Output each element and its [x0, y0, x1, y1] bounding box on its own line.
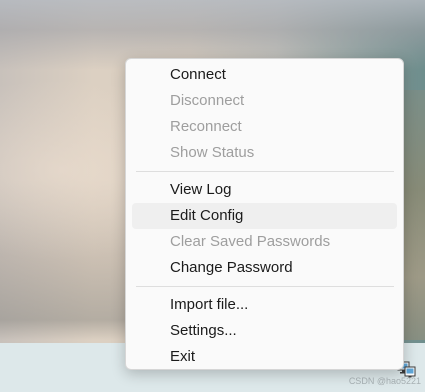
menu-item-label: Import file...: [170, 296, 249, 313]
watermark-text: CSDN @hao5221: [348, 376, 421, 386]
menu-item-label: Edit Config: [170, 207, 244, 224]
menu-separator: [136, 171, 394, 172]
menu-item-label: Change Password: [170, 259, 293, 276]
menu-item-view-log[interactable]: View Log: [132, 177, 397, 203]
menu-item-label: Reconnect: [170, 118, 242, 135]
menu-item-label: Clear Saved Passwords: [170, 233, 331, 250]
menu-item-import-file[interactable]: Import file...: [132, 292, 397, 318]
menu-item-label: Settings...: [170, 322, 237, 339]
menu-item-label: Disconnect: [170, 92, 245, 109]
menu-item-reconnect[interactable]: Reconnect: [132, 114, 397, 140]
menu-separator: [136, 286, 394, 287]
menu-item-label: Exit: [170, 348, 196, 365]
menu-item-connect[interactable]: Connect: [132, 62, 397, 88]
menu-item-clear-saved-passwords[interactable]: Clear Saved Passwords: [132, 229, 397, 255]
context-menu: Connect Disconnect Reconnect Show Status…: [125, 58, 404, 370]
menu-item-edit-config[interactable]: Edit Config: [132, 203, 397, 229]
menu-item-disconnect[interactable]: Disconnect: [132, 88, 397, 114]
menu-item-label: Connect: [170, 66, 226, 83]
menu-item-settings[interactable]: Settings...: [132, 318, 397, 344]
menu-item-label: Show Status: [170, 144, 255, 161]
menu-item-show-status[interactable]: Show Status: [132, 140, 397, 166]
menu-item-change-password[interactable]: Change Password: [132, 255, 397, 281]
menu-item-exit[interactable]: Exit: [132, 344, 397, 370]
menu-item-label: View Log: [170, 181, 232, 198]
